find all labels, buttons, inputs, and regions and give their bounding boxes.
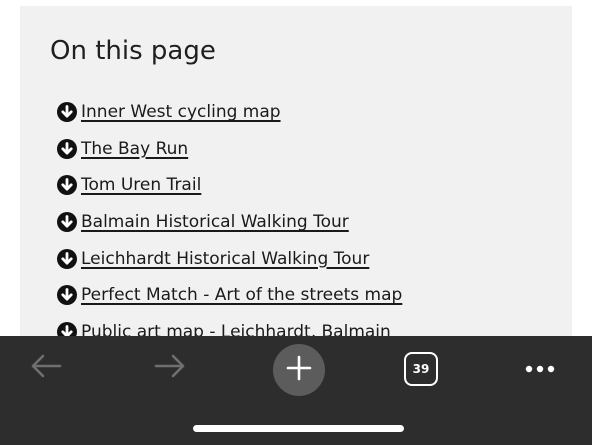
arrow-down-circle-icon [56,211,78,233]
link-perfect-match-art-of-the-streets-map[interactable]: Perfect Match - Art of the streets map [81,285,402,305]
home-indicator[interactable] [193,425,404,432]
arrow-down-circle-icon [56,101,78,123]
arrow-down-circle-icon [56,138,78,160]
link-leichhardt-historical-walking-tour[interactable]: Leichhardt Historical Walking Tour [81,249,369,269]
forward-button[interactable] [148,350,192,386]
browser-toolbar: 39 [0,336,592,445]
arrow-down-circle-icon [56,248,78,270]
back-arrow-icon [28,352,64,384]
on-this-page-list: Inner West cycling map The Bay Run Tom U… [56,94,402,350]
link-tom-uren-trail[interactable]: Tom Uren Trail [81,175,201,195]
list-item[interactable]: Tom Uren Trail [56,167,402,204]
list-item[interactable]: Balmain Historical Walking Tour [56,204,402,241]
more-menu-button[interactable] [518,350,562,386]
list-item[interactable]: Inner West cycling map [56,94,402,131]
forward-arrow-icon [152,352,188,384]
arrow-down-circle-icon [56,174,78,196]
list-item[interactable]: Perfect Match - Art of the streets map [56,277,402,314]
list-item[interactable]: Leichhardt Historical Walking Tour [56,240,402,277]
arrow-down-circle-icon [56,284,78,306]
tab-switcher-button[interactable]: 39 [404,352,438,386]
new-tab-button[interactable] [273,344,325,396]
plus-icon [286,355,312,385]
link-the-bay-run[interactable]: The Bay Run [81,139,188,159]
page-title: On this page [50,36,216,66]
more-dots-icon [524,359,556,378]
browser-screen: On this page Inner West cycling map The … [0,0,592,445]
link-balmain-historical-walking-tour[interactable]: Balmain Historical Walking Tour [81,212,349,232]
link-inner-west-cycling-map[interactable]: Inner West cycling map [81,102,281,122]
list-item[interactable]: The Bay Run [56,131,402,168]
back-button[interactable] [24,350,68,386]
